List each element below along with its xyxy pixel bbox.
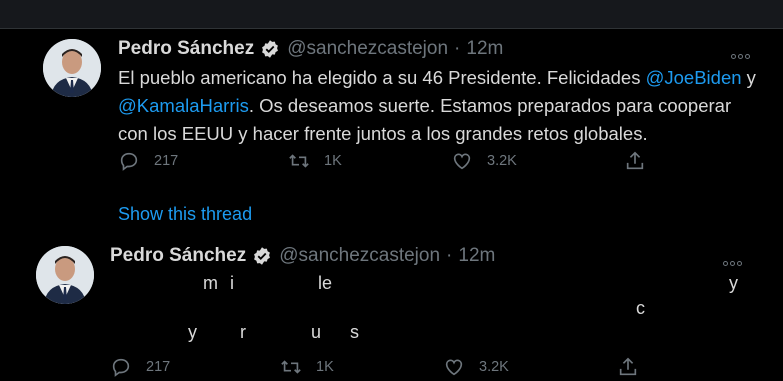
heart-icon <box>445 359 463 376</box>
timestamp[interactable]: 12m <box>458 245 495 267</box>
author-handle[interactable]: @sanchezcastejon <box>279 245 440 267</box>
text-fragment: m <box>203 273 218 293</box>
heart-icon <box>453 153 471 170</box>
reply-count: 217 <box>146 359 171 375</box>
tweet-header: Pedro Sánchez @sanchezcastejon · 12m <box>110 245 495 267</box>
retweet-count: 1K <box>324 153 342 169</box>
verified-badge-icon <box>262 40 279 58</box>
more-options-icon[interactable] <box>731 46 757 60</box>
share-button[interactable] <box>624 150 660 172</box>
reply-icon <box>112 358 130 377</box>
separator-dot: · <box>454 38 461 59</box>
retweet-button[interactable]: 1K <box>288 150 342 172</box>
timestamp[interactable]: 12m <box>466 38 503 60</box>
retweet-button[interactable]: 1K <box>280 356 334 378</box>
like-count: 3.2K <box>487 153 517 169</box>
mention-link[interactable]: @KamalaHarris <box>118 95 249 116</box>
avatar-image <box>36 246 94 304</box>
separator-dot: · <box>446 245 453 266</box>
text-fragment: u <box>311 322 322 342</box>
share-button[interactable] <box>617 356 653 378</box>
share-icon <box>619 357 637 376</box>
show-thread-link[interactable]: Show this thread <box>118 204 252 225</box>
more-options-icon[interactable] <box>723 253 749 267</box>
like-count: 3.2K <box>479 359 509 375</box>
share-icon <box>626 151 644 170</box>
avatar-image <box>43 39 101 97</box>
text-fragment: i <box>230 273 234 293</box>
text-fragment: le <box>318 273 333 293</box>
reply-icon <box>120 152 138 171</box>
mention-link[interactable]: @JoeBiden <box>646 67 742 88</box>
avatar[interactable] <box>43 39 101 97</box>
text-fragment: y <box>188 322 197 342</box>
author-name[interactable]: Pedro Sánchez <box>118 38 254 60</box>
author-handle[interactable]: @sanchezcastejon <box>287 38 448 60</box>
reply-button[interactable]: 217 <box>118 150 178 172</box>
author-name[interactable]: Pedro Sánchez <box>110 245 246 267</box>
top-bar <box>0 0 783 29</box>
reply-count: 217 <box>154 153 179 169</box>
tweet[interactable]: Pedro Sánchez @sanchezcastejon · 12m El … <box>0 29 783 269</box>
reply-button[interactable]: 217 <box>110 356 170 378</box>
like-button[interactable]: 3.2K <box>443 356 509 378</box>
retweet-icon <box>289 154 309 168</box>
tweet-header: Pedro Sánchez @sanchezcastejon · 12m <box>118 38 503 60</box>
text-fragment: c <box>636 298 645 318</box>
text-fragment: s <box>350 322 359 342</box>
retweet-icon <box>281 360 301 374</box>
text-fragment: y <box>729 273 738 293</box>
retweet-count: 1K <box>316 359 334 375</box>
tweet[interactable]: Pedro Sánchez @sanchezcastejon · 12m m i… <box>0 236 783 381</box>
verified-badge-icon <box>254 247 271 265</box>
tweet-text-part: y <box>741 67 756 88</box>
text-fragment: r <box>240 322 246 342</box>
tweet-text-part: El pueblo americano ha elegido a su 46 P… <box>118 67 646 88</box>
avatar[interactable] <box>36 246 94 304</box>
like-button[interactable]: 3.2K <box>451 150 517 172</box>
tweet-text: El pueblo americano ha elegido a su 46 P… <box>118 64 758 148</box>
